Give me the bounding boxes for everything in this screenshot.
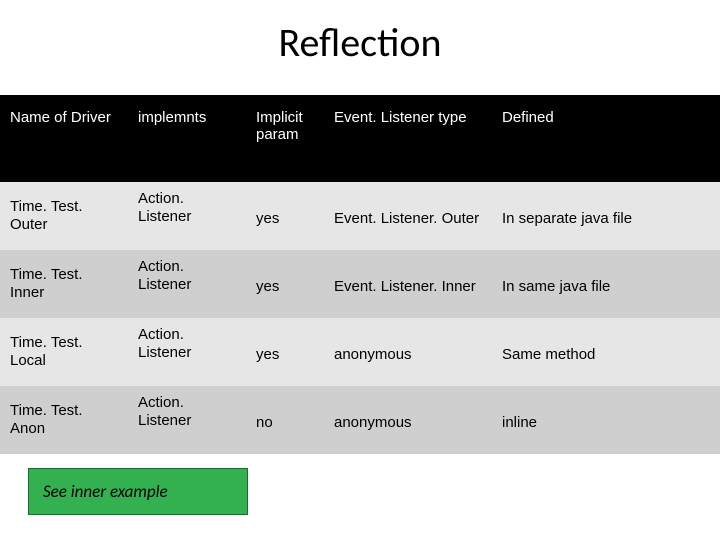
table-row: Time. Test. Local Action. Listener yes a… — [0, 318, 720, 386]
cell-defined: In separate java file — [492, 182, 720, 250]
slide: Reflection Name of Driver implemnts Impl… — [0, 0, 720, 540]
cell-defined: Same method — [492, 318, 720, 386]
cell-implicit: yes — [246, 182, 324, 250]
col-header-defined: Defined — [492, 95, 720, 182]
cell-implements: Action. Listener — [128, 182, 246, 250]
cell-type: anonymous — [324, 318, 492, 386]
col-header-name: Name of Driver — [0, 95, 128, 182]
col-header-implicit: Implicit param — [246, 95, 324, 182]
cell-type: anonymous — [324, 386, 492, 454]
cell-implements: Action. Listener — [128, 386, 246, 454]
cell-name: Time. Test. Anon — [0, 386, 128, 454]
cell-implicit: no — [246, 386, 324, 454]
cell-defined: inline — [492, 386, 720, 454]
reflection-table: Name of Driver implemnts Implicit param … — [0, 95, 720, 454]
table-header-row: Name of Driver implemnts Implicit param … — [0, 95, 720, 182]
table-row: Time. Test. Inner Action. Listener yes E… — [0, 250, 720, 318]
cell-name: Time. Test. Inner — [0, 250, 128, 318]
slide-title: Reflection — [0, 18, 720, 67]
cell-name: Time. Test. Local — [0, 318, 128, 386]
table-row: Time. Test. Outer Action. Listener yes E… — [0, 182, 720, 250]
see-inner-example-link[interactable]: See inner example — [28, 468, 248, 515]
col-header-type: Event. Listener type — [324, 95, 492, 182]
col-header-implements: implemnts — [128, 95, 246, 182]
cell-implicit: yes — [246, 250, 324, 318]
cell-implements: Action. Listener — [128, 318, 246, 386]
cell-implements: Action. Listener — [128, 250, 246, 318]
cell-implicit: yes — [246, 318, 324, 386]
cell-defined: In same java file — [492, 250, 720, 318]
table-row: Time. Test. Anon Action. Listener no ano… — [0, 386, 720, 454]
cell-type: Event. Listener. Outer — [324, 182, 492, 250]
cell-name: Time. Test. Outer — [0, 182, 128, 250]
cell-type: Event. Listener. Inner — [324, 250, 492, 318]
